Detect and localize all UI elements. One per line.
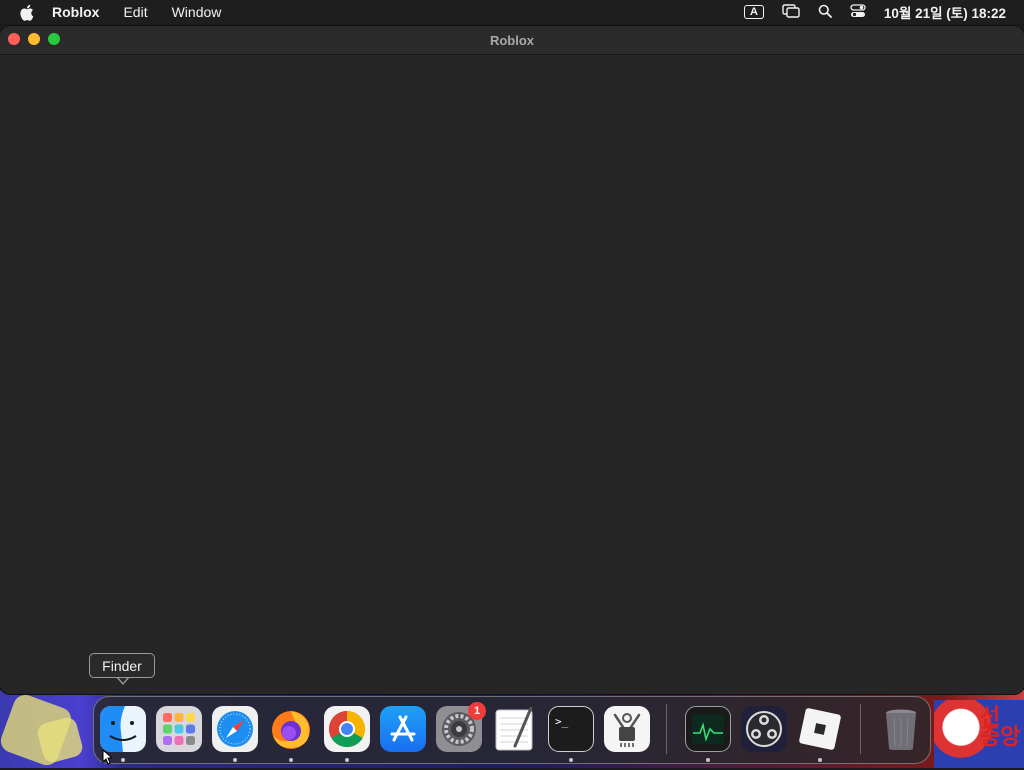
launchpad-icon[interactable]	[156, 706, 202, 752]
control-center-icon[interactable]	[850, 3, 866, 21]
close-button[interactable]	[8, 33, 20, 45]
dock-separator	[666, 704, 667, 754]
menu-edit[interactable]: Edit	[123, 4, 147, 20]
app-store-icon[interactable]	[380, 706, 426, 752]
window-title: Roblox	[489, 32, 535, 48]
running-indicator	[818, 758, 822, 762]
obs-icon[interactable]	[741, 706, 787, 752]
running-indicator	[233, 758, 237, 762]
roblox-window: Roblox	[0, 26, 1024, 694]
menu-window[interactable]: Window	[172, 4, 222, 20]
menu-app-name[interactable]: Roblox	[52, 4, 99, 20]
screen-mirroring-icon[interactable]	[782, 3, 800, 21]
menu-bar-clock[interactable]: 10월 21일 (토) 18:22	[884, 2, 1006, 22]
dock-tooltip: Finder	[89, 653, 155, 678]
running-indicator	[569, 758, 573, 762]
finder-icon[interactable]	[100, 706, 146, 752]
wallpaper-lettering: 선 중앙	[980, 705, 1021, 750]
minimize-button[interactable]	[28, 33, 40, 45]
roblox-icon[interactable]	[797, 706, 843, 752]
system-information-icon[interactable]	[604, 706, 650, 752]
window-controls	[8, 33, 60, 45]
textedit-icon[interactable]	[492, 706, 538, 752]
spotlight-search-icon[interactable]	[818, 4, 832, 21]
svg-text:>_: >_	[555, 715, 569, 728]
dock-separator	[860, 704, 861, 754]
running-indicator	[289, 758, 293, 762]
menu-bar: Roblox Edit Window A 10월 21일 (토) 18:22	[0, 0, 1024, 24]
activity-monitor-icon[interactable]	[685, 706, 731, 752]
firefox-icon[interactable]	[268, 706, 314, 752]
window-content[interactable]	[0, 55, 1024, 694]
input-source-icon[interactable]: A	[743, 5, 764, 19]
running-indicator	[706, 758, 710, 762]
running-indicator	[345, 758, 349, 762]
mouse-pointer-icon	[102, 748, 114, 770]
zoom-button[interactable]	[48, 33, 60, 45]
terminal-icon[interactable]: >_	[548, 706, 594, 752]
running-indicator	[121, 758, 125, 762]
window-titlebar[interactable]: Roblox	[0, 26, 1024, 55]
safari-icon[interactable]	[212, 706, 258, 752]
chrome-icon[interactable]	[324, 706, 370, 752]
trash-icon[interactable]	[878, 706, 924, 752]
notification-badge: 1	[468, 702, 486, 720]
apple-menu-icon[interactable]	[18, 3, 34, 21]
